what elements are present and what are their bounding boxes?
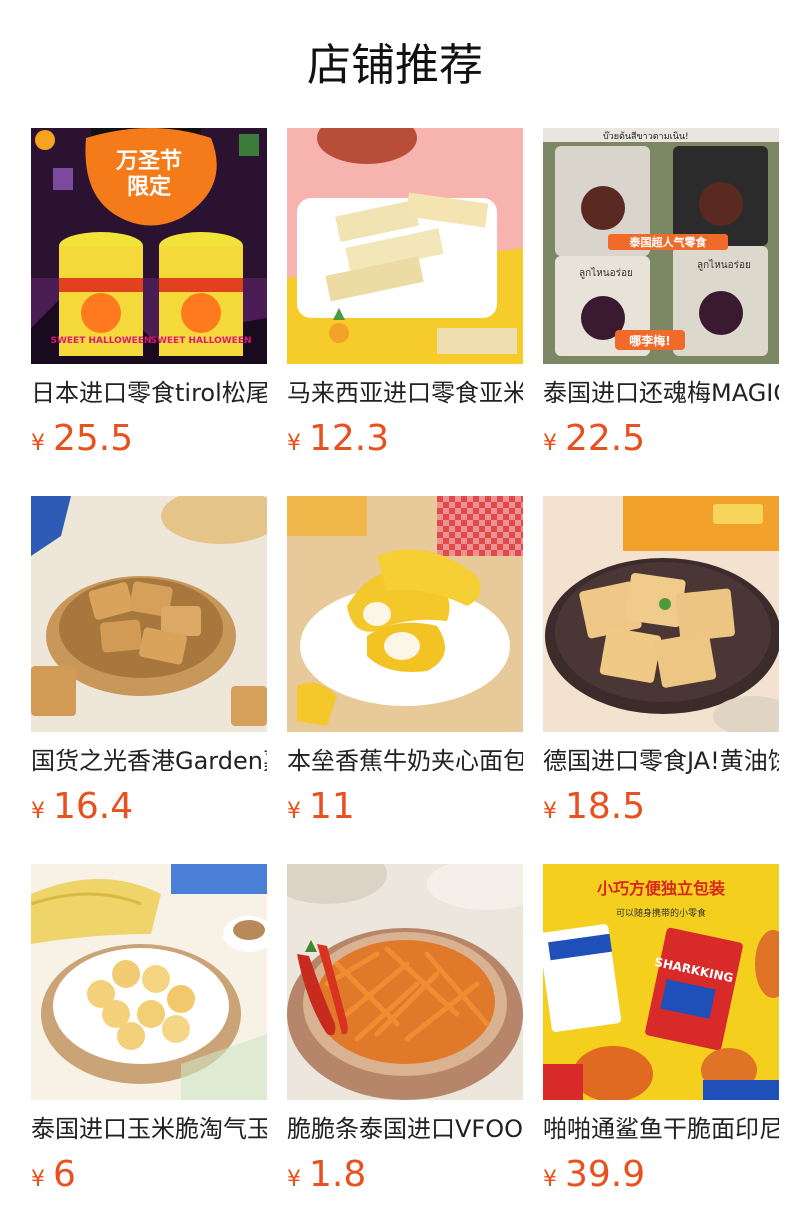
product-price: ¥12.3 <box>287 418 390 459</box>
sharkking-snack-image: 小巧方便独立包装 可以随身携带的小零食 SHARKKING <box>543 864 779 1100</box>
product-image[interactable] <box>287 128 523 364</box>
product-card[interactable]: บ๊วยต้นสีขาวตามเนิน! 泰国超人气零食 ลูกไหนอร่อย… <box>543 128 779 464</box>
product-image[interactable] <box>31 864 267 1100</box>
product-card[interactable]: 德国进口零食JA!黄油饼干 ¥18.5 <box>543 496 779 832</box>
product-name[interactable]: 脆脆条泰国进口VFOODS薯条 <box>287 1113 523 1147</box>
product-name[interactable]: 本垒香蕉牛奶夹心面包 <box>287 745 523 779</box>
svg-text:可以随身携带的小零食: 可以随身携带的小零食 <box>616 907 706 919</box>
product-image[interactable] <box>287 496 523 732</box>
vfoods-chips-image <box>287 864 523 1100</box>
product-name[interactable]: 泰国进口玉米脆淘气玉米粒 <box>31 1113 267 1147</box>
product-image[interactable] <box>287 864 523 1100</box>
product-image[interactable] <box>31 496 267 732</box>
svg-text:SWEET HALLOWEEN: SWEET HALLOWEEN <box>50 336 151 346</box>
svg-text:บ๊วยต้นสีขาวตามเนิน!: บ๊วยต้นสีขาวตามเนิน! <box>603 131 689 142</box>
svg-text:ลูกไหนอร่อย: ลูกไหนอร่อย <box>697 259 751 271</box>
product-price: ¥18.5 <box>543 786 646 827</box>
product-price: ¥1.8 <box>287 1154 367 1195</box>
wafer-image <box>287 128 523 364</box>
product-card[interactable]: 国货之光香港Garden嘉顿饼干 ¥16.4 <box>31 496 267 832</box>
svg-text:小巧方便独立包装: 小巧方便独立包装 <box>597 879 725 898</box>
tirol-halloween-image: 万圣节 限定 SWEET HALLOWEEN SWEET HALLOWEEN <box>31 128 267 364</box>
svg-text:限定: 限定 <box>127 174 171 200</box>
product-card[interactable]: 泰国进口玉米脆淘气玉米粒 ¥6 <box>31 864 267 1200</box>
garden-biscuit-image <box>31 496 267 732</box>
product-name[interactable]: 国货之光香港Garden嘉顿饼干 <box>31 745 267 779</box>
product-image[interactable]: 万圣节 限定 SWEET HALLOWEEN SWEET HALLOWEEN <box>31 128 267 364</box>
product-card[interactable]: 本垒香蕉牛奶夹心面包 ¥11 <box>287 496 523 832</box>
magic-plum-image: บ๊วยต้นสีขาวตามเนิน! 泰国超人气零食 ลูกไหนอร่อย… <box>543 128 779 364</box>
product-image[interactable]: บ๊วยต้นสีขาวตามเนิน! 泰国超人气零食 ลูกไหนอร่อย… <box>543 128 779 364</box>
product-card[interactable]: 马来西亚进口零食亚米威化饼干 ¥12.3 <box>287 128 523 464</box>
product-price: ¥25.5 <box>31 418 134 459</box>
svg-text:ลูกไหนอร่อย: ลูกไหนอร่อย <box>579 267 633 279</box>
svg-text:万圣节: 万圣节 <box>115 149 182 174</box>
product-card[interactable]: 脆脆条泰国进口VFOODS薯条 ¥1.8 <box>287 864 523 1200</box>
product-name[interactable]: 德国进口零食JA!黄油饼干 <box>543 745 779 779</box>
svg-text:哪李梅!: 哪李梅! <box>629 333 670 348</box>
product-card[interactable]: 小巧方便独立包装 可以随身携带的小零食 SHARKKING 啪啪通鲨鱼干脆面印尼… <box>543 864 779 1200</box>
product-price: ¥39.9 <box>543 1154 646 1195</box>
banana-bread-image <box>287 496 523 732</box>
product-name[interactable]: 马来西亚进口零食亚米威化饼干 <box>287 377 523 411</box>
product-card[interactable]: 万圣节 限定 SWEET HALLOWEEN SWEET HALLOWEEN 日… <box>31 128 267 464</box>
product-name[interactable]: 日本进口零食tirol松尾巧克力 <box>31 377 267 411</box>
product-price: ¥22.5 <box>543 418 646 459</box>
product-name[interactable]: 泰国进口还魂梅MAGIC话梅 <box>543 377 779 411</box>
svg-text:SWEET HALLOWEEN: SWEET HALLOWEEN <box>150 336 251 346</box>
product-name[interactable]: 啪啪通鲨鱼干脆面印尼进口 <box>543 1113 779 1147</box>
svg-text:泰国超人气零食: 泰国超人气零食 <box>629 235 708 249</box>
page-title: 店铺推荐 <box>307 40 483 91</box>
product-price: ¥6 <box>31 1154 76 1195</box>
product-image[interactable] <box>543 496 779 732</box>
product-image[interactable]: 小巧方便独立包装 可以随身携带的小零食 SHARKKING <box>543 864 779 1100</box>
product-price: ¥16.4 <box>31 786 134 827</box>
ja-butter-biscuit-image <box>543 496 779 732</box>
corn-snack-image <box>31 864 267 1100</box>
product-price: ¥11 <box>287 786 355 827</box>
